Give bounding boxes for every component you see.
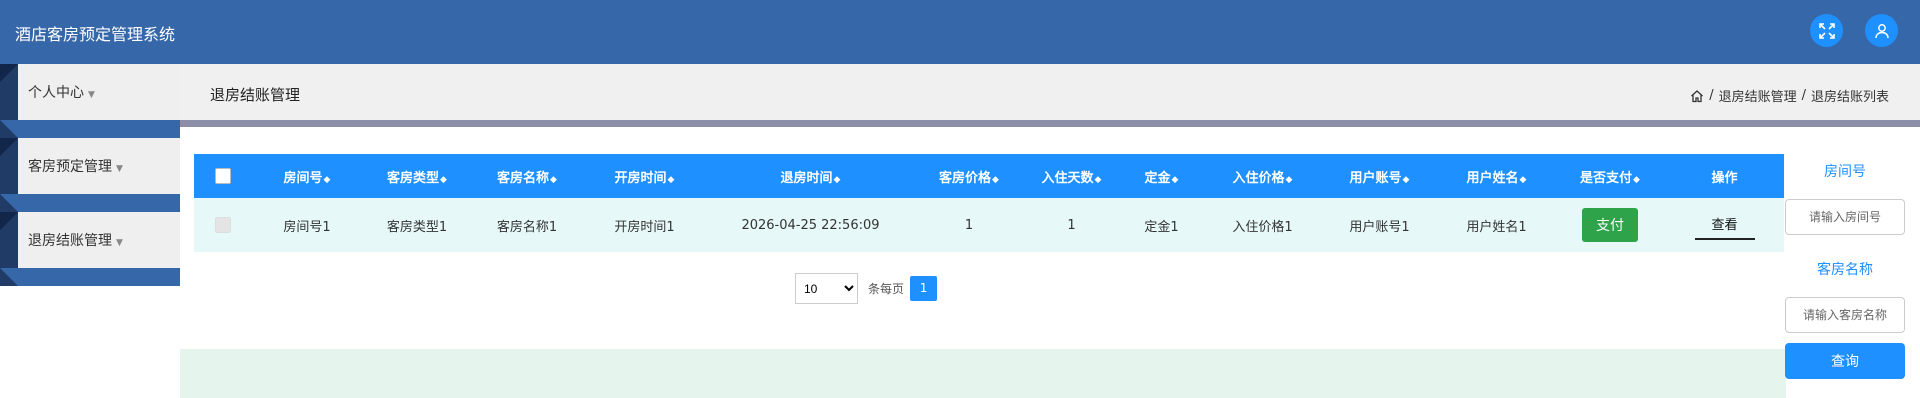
breadcrumb: / 退房结账管理 / 退房结账列表: [1690, 86, 1889, 105]
column-header[interactable]: 开房时间◆: [582, 154, 707, 198]
cell-actions: 查看: [1665, 198, 1784, 252]
pagination: 10 条每页 1: [795, 273, 938, 304]
column-header[interactable]: 客房价格◆: [914, 154, 1024, 198]
sort-icon: ◆: [1402, 174, 1410, 185]
fullscreen-icon: [1818, 22, 1835, 39]
room-name-input[interactable]: [1785, 297, 1905, 333]
column-header[interactable]: 是否支付◆: [1555, 154, 1665, 198]
select-all-cell: [194, 154, 252, 198]
view-button[interactable]: 查看: [1694, 210, 1755, 240]
pay-button[interactable]: 支付: [1582, 208, 1638, 242]
caret-down-icon: ▼: [116, 164, 123, 174]
row-select-cell: [194, 198, 252, 252]
breadcrumb-separator: /: [1801, 88, 1806, 103]
cell-checkout-time: 2026-04-25 22:56:09: [707, 198, 914, 252]
cell-room-no: 房间号1: [252, 198, 362, 252]
select-all-checkbox[interactable]: [215, 168, 231, 184]
sort-icon: ◆: [550, 174, 557, 185]
breadcrumb-item[interactable]: 退房结账管理: [1719, 86, 1797, 105]
breadcrumb-item: 退房结账列表: [1810, 90, 1889, 105]
caret-down-icon: ▼: [116, 238, 123, 248]
room-name-label: 客房名称: [1817, 262, 1873, 278]
table-header-row: 房间号◆ 客房类型◆ 客房名称◆ 开房时间◆ 退房时间◆ 客房价格◆ 入住天数◆…: [194, 154, 1784, 198]
sidebar-item-checkout[interactable]: 退房结账管理 ▼: [0, 212, 180, 286]
page-size-select[interactable]: 10: [795, 273, 858, 304]
cell-price: 1: [914, 198, 1024, 252]
user-button[interactable]: [1865, 14, 1898, 47]
cell-deposit: 定金1: [1119, 198, 1204, 252]
column-header[interactable]: 退房时间◆: [707, 154, 914, 198]
breadcrumb-bar: 退房结账管理 / 退房结账管理 / 退房结账列表: [180, 64, 1920, 120]
home-icon[interactable]: [1690, 89, 1704, 103]
divider: [180, 120, 1920, 127]
column-header[interactable]: 客房类型◆: [362, 154, 472, 198]
sidebar-item-label[interactable]: 个人中心 ▼: [28, 82, 95, 102]
cell-user-name: 用户姓名1: [1438, 198, 1555, 252]
sort-icon: ◆: [1519, 174, 1527, 185]
sort-icon: ◆: [440, 174, 447, 185]
cell-account: 用户账号1: [1321, 198, 1438, 252]
breadcrumb-separator: /: [1709, 88, 1714, 103]
room-no-label: 房间号: [1824, 164, 1866, 180]
column-header[interactable]: 用户姓名◆: [1438, 154, 1555, 198]
cell-checkin-time: 开房时间1: [582, 198, 707, 252]
cell-stay-price: 入住价格1: [1204, 198, 1321, 252]
column-header[interactable]: 入住天数◆: [1024, 154, 1119, 198]
row-checkbox[interactable]: [215, 217, 231, 233]
content-footer-area: [180, 349, 1786, 398]
checkout-table: 房间号◆ 客房类型◆ 客房名称◆ 开房时间◆ 退房时间◆ 客房价格◆ 入住天数◆…: [194, 154, 1784, 252]
query-button[interactable]: 查询: [1785, 343, 1905, 379]
sort-icon: ◆: [992, 174, 999, 185]
column-header[interactable]: 定金◆: [1119, 154, 1204, 198]
sort-icon: ◆: [1094, 174, 1102, 185]
page-title: 退房结账管理: [210, 86, 301, 104]
top-header: 酒店客房预定管理系统: [0, 0, 1920, 64]
column-header[interactable]: 房间号◆: [252, 154, 362, 198]
sidebar-item-personal-center[interactable]: 个人中心 ▼: [0, 64, 180, 138]
cell-pay-status: 支付: [1555, 198, 1665, 252]
column-header[interactable]: 入住价格◆: [1204, 154, 1321, 198]
column-header-actions: 操作: [1665, 154, 1784, 198]
sidebar-item-label[interactable]: 退房结账管理 ▼: [28, 230, 123, 250]
sort-icon: ◆: [667, 174, 675, 185]
room-no-input[interactable]: [1785, 199, 1905, 235]
sidebar-item-room-booking[interactable]: 客房预定管理 ▼: [0, 138, 180, 212]
sort-icon: ◆: [833, 174, 841, 185]
sort-icon: ◆: [1285, 174, 1293, 185]
cell-days: 1: [1024, 198, 1119, 252]
caret-down-icon: ▼: [88, 90, 95, 100]
cell-room-name: 客房名称1: [472, 198, 582, 252]
fullscreen-button[interactable]: [1810, 14, 1843, 47]
table-row: 房间号1 客房类型1 客房名称1 开房时间1 2026-04-25 22:56:…: [194, 198, 1784, 252]
column-header[interactable]: 客房名称◆: [472, 154, 582, 198]
column-header[interactable]: 用户账号◆: [1321, 154, 1438, 198]
sort-icon: ◆: [323, 174, 331, 185]
per-page-label: 条每页: [868, 282, 905, 296]
user-icon: [1874, 23, 1889, 38]
sidebar-item-label[interactable]: 客房预定管理 ▼: [28, 156, 123, 176]
page-button-current[interactable]: 1: [910, 276, 938, 301]
sort-icon: ◆: [1171, 174, 1179, 185]
app-title: 酒店客房预定管理系统: [15, 25, 176, 44]
sidebar: 个人中心 ▼ 客房预定管理 ▼ 退房结账管理 ▼: [0, 64, 180, 286]
cell-room-type: 客房类型1: [362, 198, 472, 252]
sort-icon: ◆: [1633, 174, 1640, 185]
